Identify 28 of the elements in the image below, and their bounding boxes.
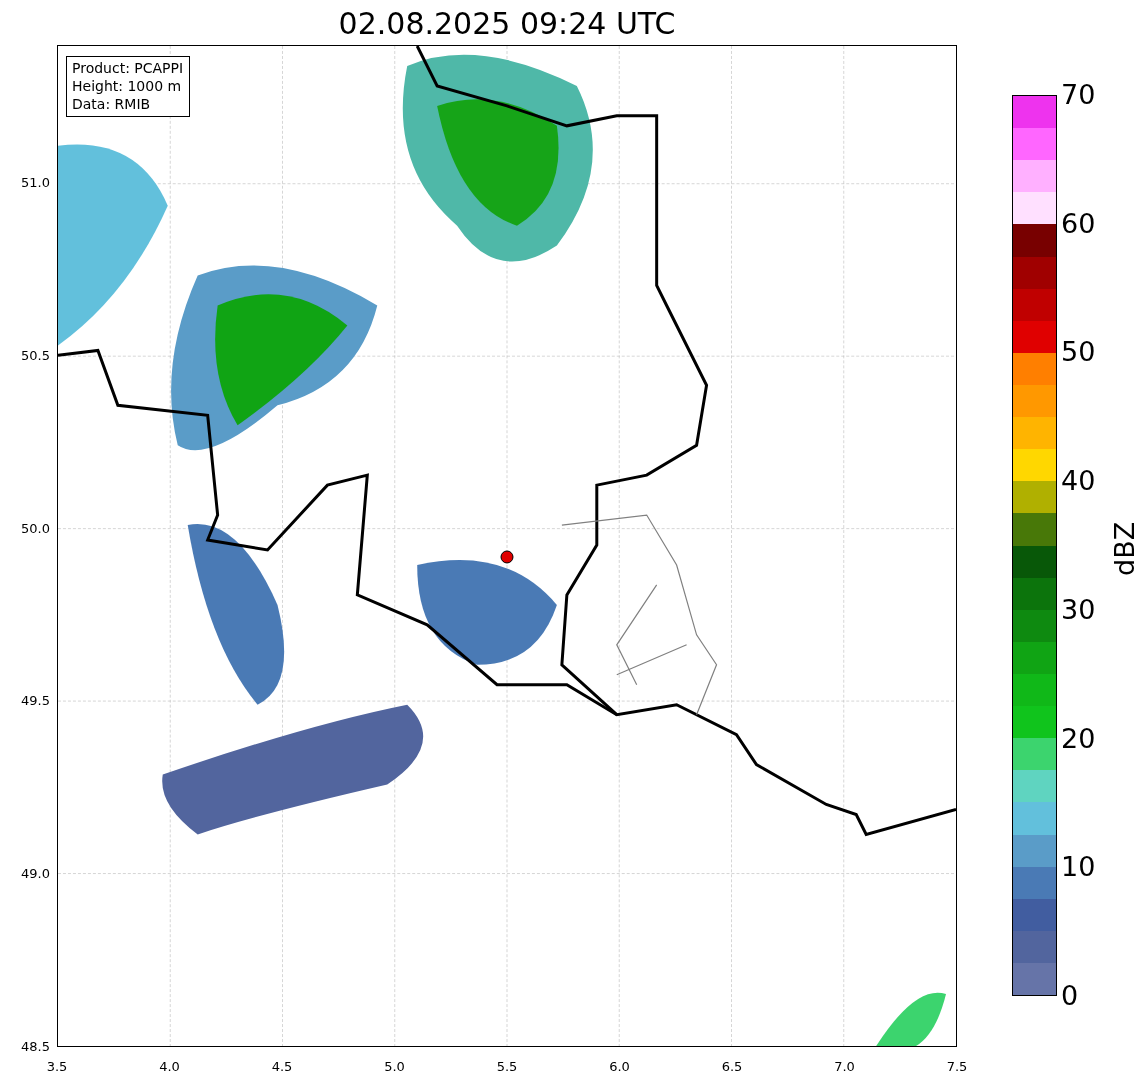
colorbar-tick-label: 70 [1061, 79, 1097, 111]
info-text: Product: PCAPPI [72, 59, 184, 77]
colorbar-tick-label: 10 [1061, 851, 1097, 884]
longitude-tick-label: 7.0 [833, 1059, 856, 1075]
latitude-tick-label: 48.5 [21, 1039, 50, 1055]
colorbar-tick-label: 40 [1061, 465, 1097, 498]
latitude-tick-label: 49.5 [21, 693, 50, 710]
latitude-tick-label: 50.5 [21, 347, 50, 364]
colorbar-tick-label: 20 [1061, 722, 1097, 755]
info-text: Data: RMIB [72, 95, 152, 113]
colorbar-tick-label: 30 [1061, 593, 1097, 626]
latitude-tick-label: 49.0 [21, 866, 50, 883]
longitude-tick-label: 4.0 [158, 1059, 181, 1075]
longitude-tick-label: 3.5 [45, 1059, 69, 1075]
latitude-tick-label: 50.0 [21, 520, 50, 537]
chart-title: 02.08.2025 09:24 UTC [337, 6, 677, 43]
longitude-tick-label: 5.0 [383, 1059, 406, 1075]
longitude-tick-label: 4.5 [270, 1059, 294, 1075]
colorbar-label: dBZ [1109, 520, 1140, 576]
latitude-tick-label: 51.0 [21, 175, 50, 191]
colorbar-tick-label: 50 [1061, 336, 1097, 369]
longitude-tick-label: 6.0 [608, 1059, 631, 1075]
longitude-tick-label: 6.5 [720, 1059, 744, 1075]
colorbar-tick-label: 60 [1061, 207, 1097, 240]
longitude-tick-label: 7.5 [945, 1059, 969, 1075]
info-text: Height: 1000 m [72, 77, 183, 95]
colorbar-tick-label: 0 [1061, 979, 1080, 1012]
longitude-tick-label: 5.5 [495, 1059, 519, 1075]
